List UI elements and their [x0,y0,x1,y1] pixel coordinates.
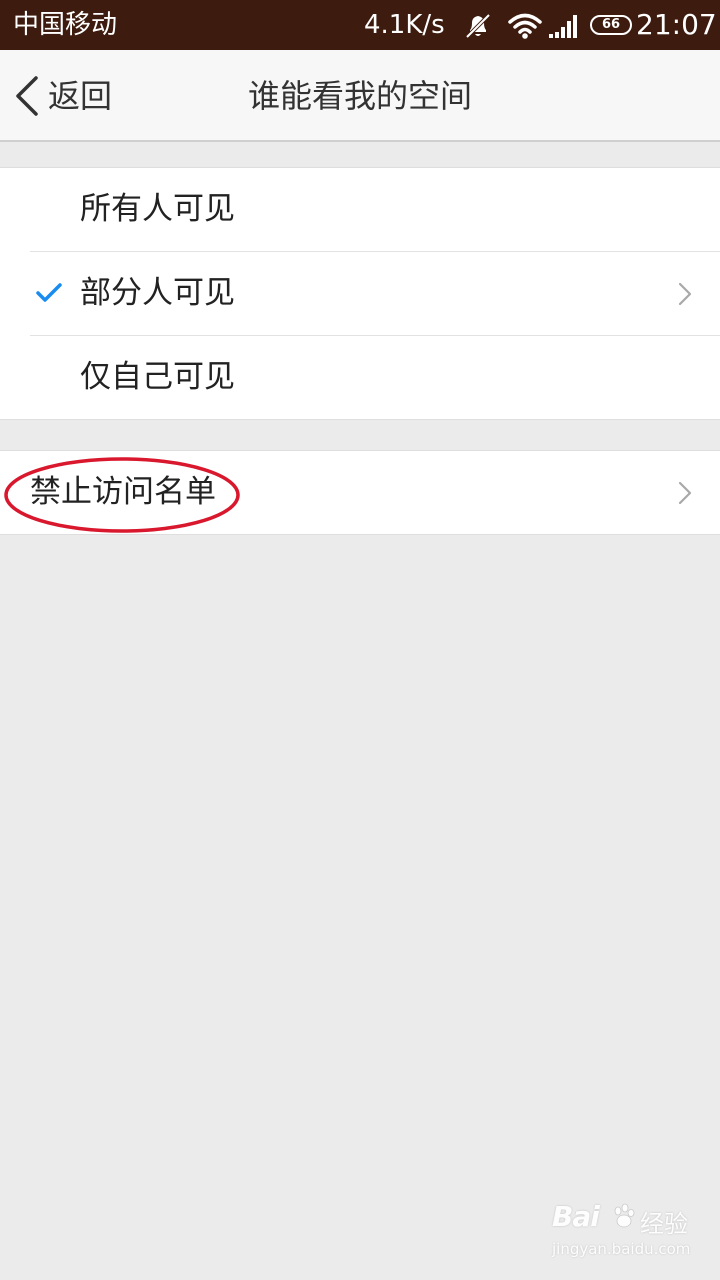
watermark: Bai 经验 jingyan.baidu.com [552,1200,692,1264]
battery-level: 66 [601,17,621,32]
block-list-section: 禁止访问名单 [0,450,720,535]
chevron-right-icon [678,481,692,505]
network-speed: 4.1K/s [364,10,445,40]
chevron-right-icon [678,282,692,306]
option-label: 部分人可见 [80,275,235,311]
chevron-left-icon [16,76,38,116]
carrier-name: 中国移动 [13,10,118,40]
status-bar: 中国移动 4.1K/s 66 21:07 [0,0,720,50]
option-label: 所有人可见 [80,191,235,227]
mute-icon [465,13,491,39]
paw-icon [614,1203,635,1228]
signal-icon [549,15,577,38]
option-everyone[interactable]: 所有人可见 [0,168,720,251]
block-list-item[interactable]: 禁止访问名单 [0,451,720,534]
back-label: 返回 [48,77,113,115]
watermark-suffix: 经验 [640,1210,688,1238]
check-icon [36,283,62,302]
back-button[interactable]: 返回 [14,72,112,120]
watermark-logo: Bai [552,1200,600,1233]
clock: 21:07 [636,8,717,41]
block-list-label: 禁止访问名单 [30,474,216,510]
battery-icon: 66 [590,15,632,35]
nav-bar: 返回 谁能看我的空间 [0,50,720,142]
option-only-me[interactable]: 仅自己可见 [0,335,720,419]
watermark-url: jingyan.baidu.com [552,1240,691,1258]
wifi-icon [508,13,542,39]
option-label: 仅自己可见 [80,359,235,395]
option-some-people[interactable]: 部分人可见 [0,251,720,335]
visibility-options-list: 所有人可见 部分人可见 仅自己可见 [0,167,720,420]
